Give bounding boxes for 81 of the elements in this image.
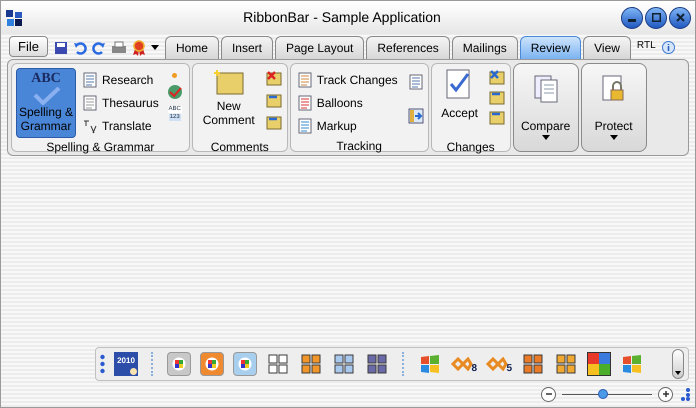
plus-icon — [662, 390, 670, 398]
ribbon-tab[interactable]: View — [583, 36, 631, 59]
balloons-icon — [296, 94, 313, 110]
previous-note-icon — [264, 92, 283, 108]
dropdown-arrow-icon — [610, 135, 618, 140]
zoom-out-button[interactable] — [541, 386, 556, 402]
window-title: RibbonBar - Sample Application — [242, 8, 442, 27]
windows-flag-theme-button[interactable] — [418, 352, 442, 376]
ribbon-item[interactable]: Thesaurus — [80, 91, 161, 114]
windows-flag-theme-button[interactable] — [620, 352, 644, 376]
app-logo-icon — [5, 8, 23, 26]
compare-button[interactable]: Compare — [512, 63, 579, 152]
reviewing-pane-icon — [408, 108, 424, 124]
next-change-icon — [488, 109, 506, 125]
group-label: Tracking — [335, 138, 383, 155]
sticky-note-icon — [212, 68, 245, 96]
file-button[interactable]: File — [9, 36, 48, 57]
previous-change-icon — [488, 89, 506, 105]
scroll-down-button[interactable] — [672, 349, 684, 379]
office-theme-button[interactable] — [233, 352, 257, 376]
accept-button[interactable]: Accept — [436, 68, 484, 138]
next-note-icon — [264, 114, 283, 130]
calendar-theme-button[interactable]: 2010 — [114, 352, 138, 376]
infinity-icon — [486, 357, 508, 371]
ribbon-item[interactable]: Markup — [294, 114, 400, 137]
office-theme-button[interactable] — [200, 352, 224, 376]
resize-grip-icon — [679, 387, 691, 401]
track-changes-icon — [296, 72, 313, 88]
puzzle-theme-button[interactable] — [587, 352, 611, 376]
windows-flag-icon — [621, 354, 643, 374]
ribbon-tab[interactable]: Mailings — [452, 36, 518, 59]
minimize-icon — [628, 19, 636, 22]
protect-button[interactable]: Protect — [580, 63, 647, 152]
visual-studio-theme-button[interactable]: 5 — [486, 352, 512, 376]
dropdown-arrow-icon — [150, 44, 159, 50]
reject-change-icon — [488, 69, 506, 85]
undo-icon — [72, 40, 87, 54]
info-icon — [662, 41, 675, 54]
ribbon-item[interactable]: Translate — [80, 114, 161, 137]
visual-studio-theme-button[interactable]: 8 — [451, 352, 477, 376]
document-icon — [408, 74, 424, 90]
group-label: Spelling & Grammar — [45, 139, 156, 156]
grip-handle-icon — [100, 353, 105, 375]
new-comment-button[interactable]: New Comment — [196, 68, 261, 138]
zoom-slider[interactable] — [562, 388, 652, 400]
translate-icon — [82, 118, 98, 134]
delete-note-icon — [264, 70, 283, 86]
minimize-button[interactable] — [621, 6, 643, 28]
maximize-icon — [652, 13, 660, 22]
ribbon-item[interactable]: Research — [80, 68, 161, 91]
windows-logo-icon — [238, 357, 252, 371]
ribbon-tab[interactable]: Insert — [220, 36, 273, 59]
maximize-button[interactable] — [645, 6, 667, 28]
windows-logo-icon — [205, 357, 219, 371]
rtl-label: RTL — [636, 39, 656, 53]
windows-flag-icon — [419, 354, 441, 374]
ribbon-tab[interactable]: Review — [520, 36, 582, 59]
slider-thumb[interactable] — [598, 389, 608, 399]
documents-icon — [532, 74, 559, 104]
zoom-in-button[interactable] — [658, 386, 673, 402]
dropdown-arrow-icon — [542, 135, 550, 140]
ribbon-tab[interactable]: Page Layout — [274, 36, 364, 59]
printer-icon — [110, 40, 127, 54]
infinity-icon — [451, 357, 473, 371]
windows-logo-icon — [172, 357, 186, 371]
ribbon-tab[interactable]: Home — [164, 36, 219, 59]
spelling-grammar-button[interactable]: ABC Spelling & Grammar — [16, 68, 76, 138]
ribbon-award-icon — [132, 40, 146, 56]
ribbon-item[interactable]: Track Changes — [294, 68, 400, 91]
close-button[interactable] — [669, 6, 691, 28]
ribbon-tab[interactable]: References — [366, 36, 450, 59]
office-theme-button[interactable] — [167, 352, 191, 376]
close-icon — [676, 13, 684, 22]
group-label: Comments — [210, 139, 270, 156]
redo-icon — [92, 40, 106, 54]
ribbon-item[interactable]: Balloons — [294, 91, 400, 114]
save-icon — [54, 40, 68, 54]
markup-icon — [296, 118, 313, 134]
checkmark-icon — [31, 87, 61, 105]
dropdown-arrow-icon — [675, 371, 681, 375]
group-label: Changes — [446, 139, 496, 156]
